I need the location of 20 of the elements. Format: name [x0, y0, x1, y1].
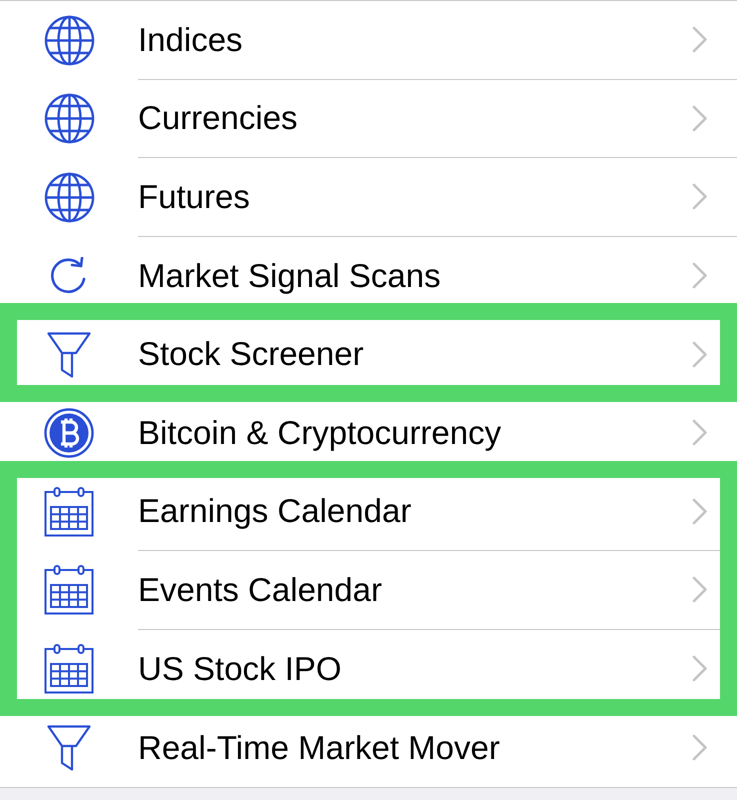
chevron-icon — [692, 262, 708, 290]
chevron-icon — [692, 734, 708, 762]
globe-icon — [44, 14, 94, 66]
chevron-icon — [692, 498, 708, 525]
calendar-icon — [44, 644, 94, 694]
chevron-icon — [692, 26, 708, 54]
bitcoin-icon — [44, 408, 94, 458]
refresh-icon — [50, 257, 88, 296]
calendar-icon — [44, 486, 94, 537]
chevron-icon — [692, 419, 708, 446]
chevron-icon — [692, 104, 708, 132]
chevron-icon — [692, 576, 708, 604]
chevron-icon — [692, 655, 708, 682]
chevron-icon — [692, 340, 708, 368]
chevron-icon — [692, 183, 708, 210]
funnel-icon — [47, 332, 91, 378]
globe-icon — [44, 172, 94, 223]
globe-icon — [44, 93, 94, 144]
funnel-icon — [47, 724, 91, 771]
calendar-icon — [44, 565, 94, 616]
